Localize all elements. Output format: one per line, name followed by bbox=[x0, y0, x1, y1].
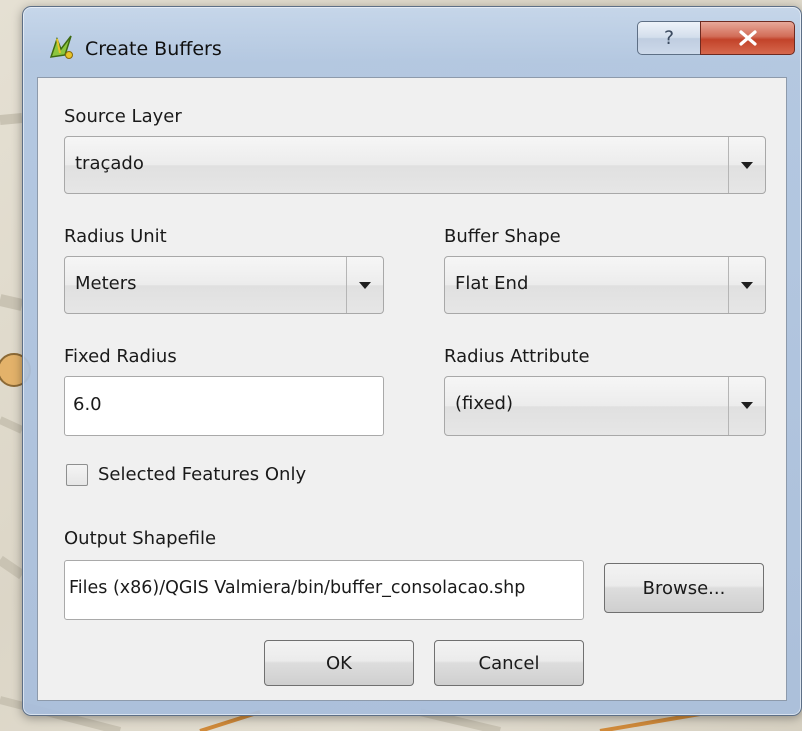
fixed-radius-label: Fixed Radius bbox=[64, 346, 177, 367]
close-icon bbox=[738, 30, 757, 46]
radius-unit-value: Meters bbox=[75, 273, 137, 294]
radius-attribute-label: Radius Attribute bbox=[444, 346, 590, 367]
output-shapefile-label: Output Shapefile bbox=[64, 528, 217, 549]
qgis-icon bbox=[49, 35, 73, 59]
chevron-down-icon[interactable] bbox=[728, 377, 765, 435]
title-bar[interactable]: Create Buffers ? bbox=[23, 7, 801, 77]
window-title: Create Buffers bbox=[85, 38, 222, 60]
close-button[interactable] bbox=[700, 21, 795, 55]
buffer-shape-select[interactable]: Flat End bbox=[444, 256, 766, 314]
dialog-body: Source Layer traçado Radius Unit Meters … bbox=[37, 77, 787, 701]
create-buffers-dialog: Create Buffers ? Source Layer traçado Ra… bbox=[22, 6, 802, 716]
output-shapefile-input[interactable]: Files (x86)/QGIS Valmiera/bin/buffer_con… bbox=[64, 560, 584, 620]
cancel-button[interactable]: Cancel bbox=[434, 640, 584, 686]
radius-unit-label: Radius Unit bbox=[64, 226, 167, 247]
radius-unit-select[interactable]: Meters bbox=[64, 256, 384, 314]
source-layer-value: traçado bbox=[75, 153, 144, 174]
chevron-down-icon[interactable] bbox=[346, 257, 383, 313]
ok-button[interactable]: OK bbox=[264, 640, 414, 686]
buffer-shape-label: Buffer Shape bbox=[444, 226, 561, 247]
buffer-shape-value: Flat End bbox=[455, 273, 529, 294]
source-layer-select[interactable]: traçado bbox=[64, 136, 766, 194]
fixed-radius-input[interactable]: 6.0 bbox=[64, 376, 384, 436]
radius-attribute-value: (fixed) bbox=[455, 393, 513, 414]
radius-attribute-select[interactable]: (fixed) bbox=[444, 376, 766, 436]
selected-features-only-label[interactable]: Selected Features Only bbox=[98, 464, 306, 485]
chevron-down-icon[interactable] bbox=[728, 137, 765, 193]
help-icon: ? bbox=[663, 27, 675, 49]
chevron-down-icon[interactable] bbox=[728, 257, 765, 313]
selected-features-only-checkbox[interactable] bbox=[66, 464, 88, 486]
help-button[interactable]: ? bbox=[637, 21, 700, 55]
caption-buttons: ? bbox=[637, 21, 795, 55]
output-shapefile-value: Files (x86)/QGIS Valmiera/bin/buffer_con… bbox=[69, 578, 526, 598]
browse-button[interactable]: Browse... bbox=[604, 563, 764, 613]
fixed-radius-value: 6.0 bbox=[73, 394, 102, 415]
source-layer-label: Source Layer bbox=[64, 106, 182, 127]
